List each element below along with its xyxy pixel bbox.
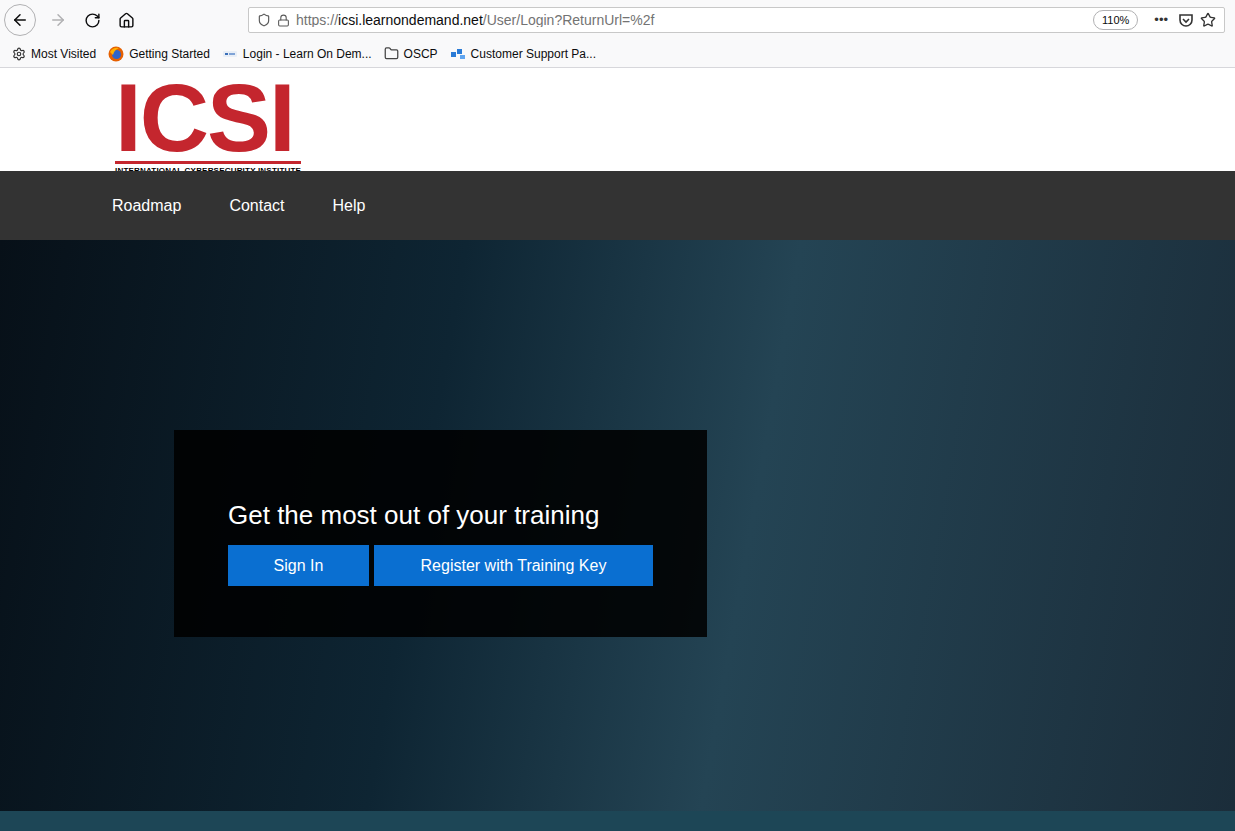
folder-icon xyxy=(384,46,399,61)
home-button[interactable] xyxy=(110,4,142,36)
bookmark-item[interactable]: Getting Started xyxy=(108,45,210,63)
browser-window: https://icsi.learnondemand.net/User/Logi… xyxy=(0,0,1235,831)
lock-icon[interactable] xyxy=(277,14,290,27)
hero-buttons: Sign InRegister with Training Key xyxy=(228,545,653,586)
nav-link[interactable]: Contact xyxy=(229,194,284,218)
pocket-icon[interactable] xyxy=(1178,12,1194,28)
arrow-right-icon xyxy=(49,11,67,29)
forward-button xyxy=(42,4,74,36)
bookmark-item[interactable]: Most Visited xyxy=(12,45,96,63)
nav-link[interactable]: Help xyxy=(333,194,366,218)
site-icon xyxy=(222,48,238,60)
toolbar: https://icsi.learnondemand.net/User/Logi… xyxy=(0,0,1235,40)
back-button[interactable] xyxy=(4,4,36,36)
reload-icon xyxy=(84,12,101,29)
sign-in-button[interactable]: Sign In xyxy=(228,545,369,586)
hero-heading: Get the most out of your training xyxy=(228,500,653,531)
gear-icon xyxy=(12,47,26,61)
main-nav: Roadmap Contact Help xyxy=(0,171,1235,240)
bookmarks-bar: Most Visited Getting Started Login - Learn… xyxy=(0,40,1235,68)
hero-panel: Get the most out of your training Sign In… xyxy=(174,430,707,637)
firefox-icon xyxy=(108,46,124,62)
bookmark-item[interactable]: Customer Support Pa... xyxy=(450,45,596,63)
support-icon xyxy=(450,47,466,61)
footer-strip xyxy=(0,811,1235,831)
nav-link[interactable]: Roadmap xyxy=(112,194,181,218)
site-header: ICSIINTERNATIONAL CYBERSECURITY INSTITUT… xyxy=(0,68,1235,171)
hero-banner: Get the most out of your training Sign In… xyxy=(0,240,1235,811)
bookmark-item[interactable]: OSCP xyxy=(384,45,438,63)
home-icon xyxy=(118,12,135,29)
shield-icon[interactable] xyxy=(257,13,271,27)
arrow-left-icon xyxy=(11,11,29,29)
zoom-badge[interactable]: 110% xyxy=(1093,10,1138,31)
page-actions-menu[interactable]: ••• xyxy=(1154,10,1168,30)
url-text[interactable]: https://icsi.learnondemand.net/User/Logi… xyxy=(296,13,1087,27)
nav-buttons xyxy=(4,4,248,36)
bookmark-item[interactable]: Login - Learn On Dem... xyxy=(222,45,372,63)
address-bar[interactable]: https://icsi.learnondemand.net/User/Logi… xyxy=(248,7,1225,33)
star-icon[interactable] xyxy=(1200,12,1216,28)
icsi-logo[interactable]: ICSIINTERNATIONAL CYBERSECURITY INSTITUT… xyxy=(115,80,301,177)
reload-button[interactable] xyxy=(76,4,108,36)
register-button[interactable]: Register with Training Key xyxy=(374,545,653,586)
